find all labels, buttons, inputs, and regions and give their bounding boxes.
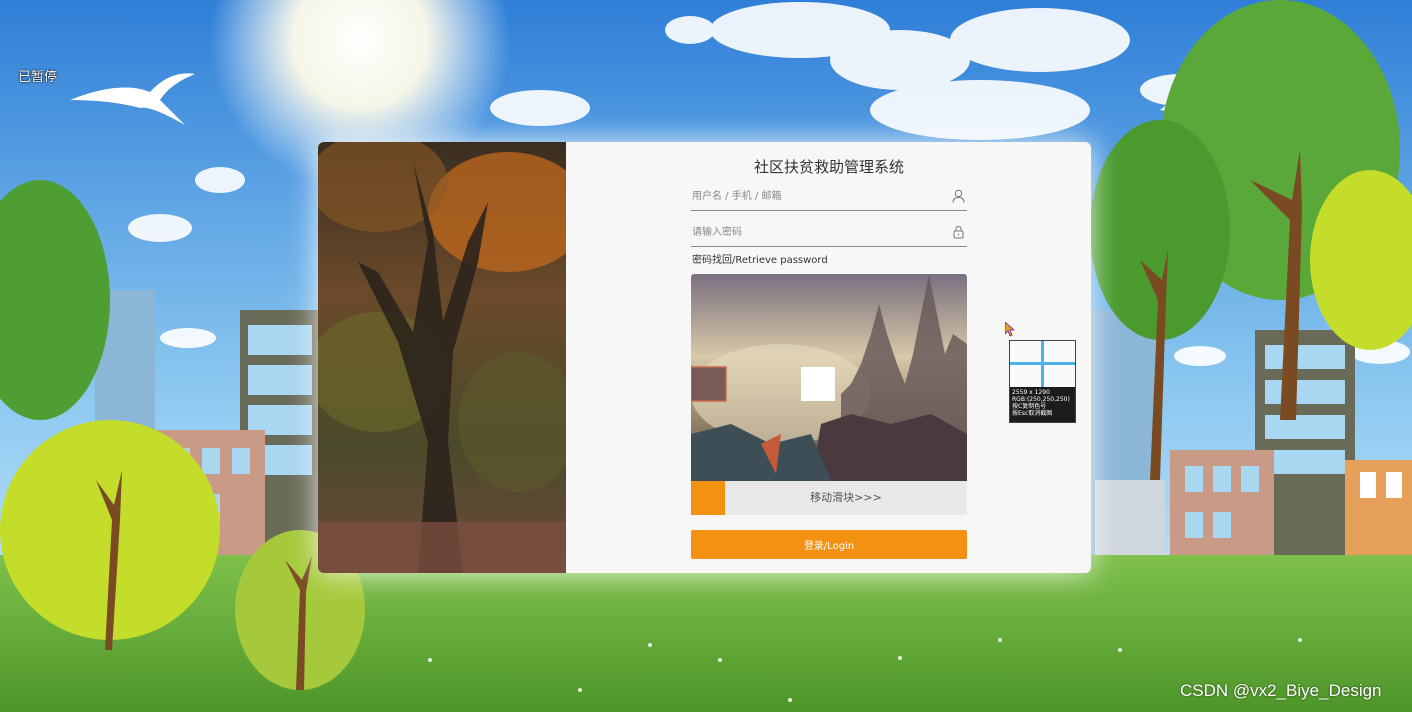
mouse-cursor-icon: [1005, 322, 1015, 337]
login-form: 社区扶贫救助管理系统 密码找回/Retrieve password: [691, 142, 967, 573]
retrieve-password-link[interactable]: 密码找回/Retrieve password: [692, 251, 828, 266]
csdn-watermark: CSDN @vx2_Biye_Design: [1180, 681, 1382, 700]
crosshair-vertical: [1041, 341, 1044, 387]
password-field: [691, 220, 967, 247]
slider-hint: 移动滑块>>>: [810, 491, 882, 504]
username-input[interactable]: [691, 186, 942, 206]
lock-icon: [953, 225, 964, 239]
paused-status: 已暂停: [18, 70, 58, 85]
login-card: 社区扶贫救助管理系统 密码找回/Retrieve password: [318, 142, 1091, 573]
slider-handle[interactable]: [691, 481, 725, 515]
magnifier-size: 2559 x 1290: [1012, 389, 1050, 396]
captcha-image: [691, 274, 967, 481]
forest-tree-photo: [318, 142, 566, 573]
user-icon: [952, 189, 965, 203]
screenshot-magnifier: 2559 x 1290 RGB:(250,250,250) 按C复制色号 按Es…: [1009, 340, 1076, 423]
username-field: [691, 184, 967, 211]
login-button[interactable]: 登录/Login: [691, 530, 967, 559]
system-title: 社区扶贫救助管理系统: [753, 158, 904, 176]
magnifier-rgb: RGB:(250,250,250): [1012, 396, 1070, 403]
magnifier-hint-cancel: 按Esc取消截图: [1012, 410, 1053, 417]
password-input[interactable]: [691, 222, 942, 242]
magnifier-view: [1010, 341, 1075, 387]
slider-track: 移动滑块>>>: [691, 481, 967, 515]
magnifier-hint-copy: 按C复制色号: [1012, 403, 1047, 410]
